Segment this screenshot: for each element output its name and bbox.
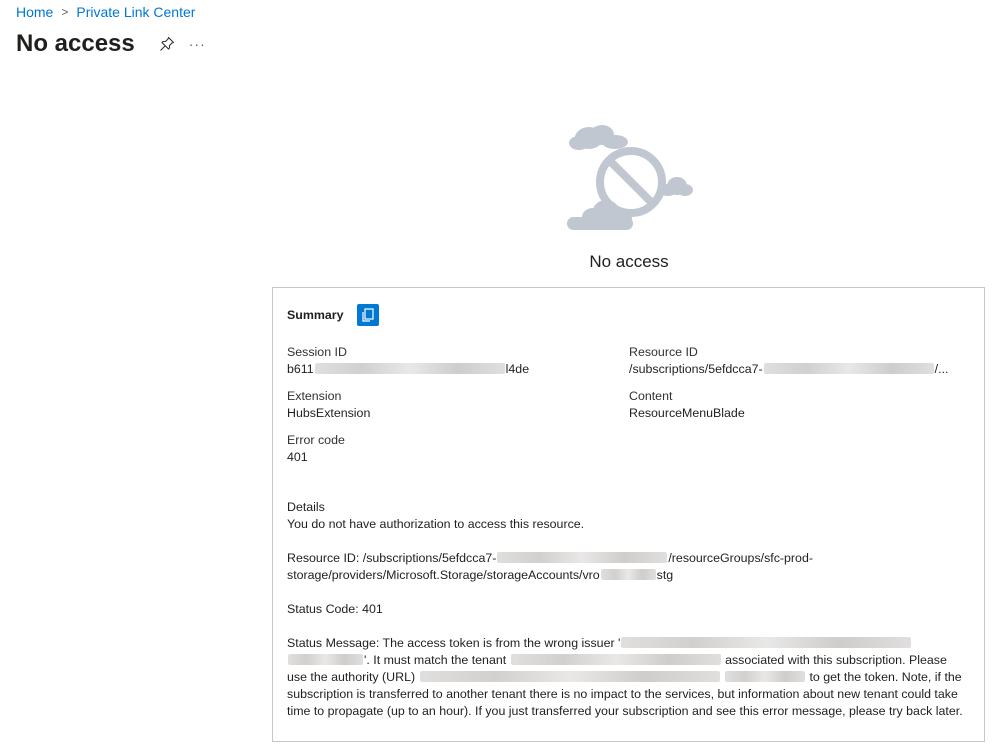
summary-title: Summary [287,307,344,322]
details-section: Details You do not have authorization to … [287,499,970,720]
redacted-text [288,654,363,665]
session-id-label: Session ID [287,345,347,359]
breadcrumb: Home > Private Link Center [16,4,195,20]
session-id-suffix: l4de [505,362,530,376]
content-field: Content ResourceMenuBlade [629,388,959,422]
details-resource-suffix: stg [656,568,674,582]
redacted-text [314,363,505,374]
details-status-message: Status Message: The access token is from… [287,635,970,720]
resource-id-suffix: /... [934,362,949,376]
error-code-field: Error code 401 [287,432,629,466]
details-status-code: Status Code: 401 [287,602,383,616]
details-block: Details You do not have authorization to … [287,499,970,533]
no-access-icon [567,125,693,230]
redacted-text [763,363,934,374]
resource-id-field: Resource ID /subscriptions/5efdcca7- /... [629,344,959,378]
redacted-text [497,552,668,563]
copy-icon [362,308,375,322]
more-options-icon[interactable]: ··· [189,37,206,51]
no-access-label: No access [589,252,669,271]
summary-header: Summary [287,304,970,326]
error-summary-card: Summary Session ID b611 l4de Resource ID … [272,287,985,742]
session-id-field: Session ID b611 l4de [287,344,629,378]
redacted-text [725,671,805,682]
details-label: Details [287,500,325,514]
error-code-label: Error code [287,433,345,447]
pin-icon[interactable] [159,36,175,52]
status-message-part-2: '. It must match the tenant [364,653,510,667]
resource-id-value[interactable]: /subscriptions/5efdcca7- /... [629,361,959,378]
summary-grid: Session ID b611 l4de Resource ID /subscri… [287,344,970,466]
breadcrumb-private-link-center[interactable]: Private Link Center [76,4,195,20]
breadcrumb-separator: > [61,5,69,19]
page-title: No access [16,30,135,57]
details-resource-prefix: Resource ID: /subscriptions/5efdcca7- [287,551,497,565]
status-message-part-1: Status Message: The access token is from… [287,636,621,650]
copy-button[interactable] [357,304,380,326]
details-message: You do not have authorization to access … [287,517,585,531]
redacted-text [419,671,720,682]
redacted-text [600,569,656,580]
resource-id-label: Resource ID [629,345,698,359]
title-row: No access ··· [16,30,206,58]
content-label: Content [629,389,673,403]
content-value: ResourceMenuBlade [629,406,745,420]
error-code-value: 401 [287,450,308,464]
session-id-value[interactable]: b611 l4de [287,361,629,378]
redacted-text [510,654,721,665]
extension-field: Extension HubsExtension [287,388,629,422]
extension-value: HubsExtension [287,406,371,420]
breadcrumb-home-link[interactable]: Home [16,4,53,20]
redacted-text [621,637,912,648]
resource-id-prefix: /subscriptions/5efdcca7- [629,362,763,376]
details-resource-id: Resource ID: /subscriptions/5efdcca7-/re… [287,550,970,584]
session-id-prefix: b611 [287,362,314,376]
extension-label: Extension [287,389,342,403]
